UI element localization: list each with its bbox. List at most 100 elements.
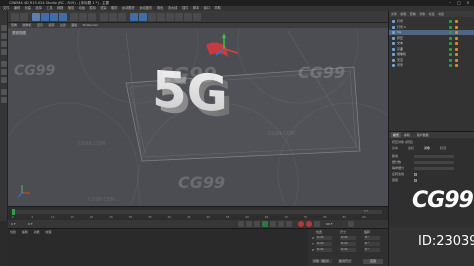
render-picture-viewer-icon[interactable] bbox=[109, 13, 117, 21]
material-tag-icon[interactable] bbox=[455, 58, 458, 62]
object-row[interactable]: 天空 bbox=[389, 58, 474, 63]
goto-start-icon[interactable] bbox=[238, 221, 244, 227]
visibility-tag-icon[interactable] bbox=[449, 25, 452, 29]
redo-icon[interactable] bbox=[20, 13, 28, 21]
attribute-checkbox[interactable] bbox=[414, 173, 417, 176]
timeline-track[interactable] bbox=[12, 210, 382, 214]
object-row[interactable]: 背景 bbox=[389, 63, 474, 68]
visibility-tag-icon[interactable] bbox=[449, 47, 452, 51]
attribute-checkbox[interactable] bbox=[414, 179, 417, 182]
object-name[interactable]: 摄像机 bbox=[397, 52, 406, 57]
attribute-field[interactable] bbox=[414, 161, 454, 164]
coordinate-field[interactable]: 0 cm bbox=[340, 242, 356, 246]
material-tag-icon[interactable] bbox=[455, 25, 458, 29]
prev-frame-icon[interactable] bbox=[254, 221, 260, 227]
visibility-tag-icon[interactable] bbox=[449, 42, 452, 45]
material-manager[interactable]: 创建 编辑 功能 纹理 bbox=[8, 228, 308, 266]
current-frame-field[interactable]: 0 F bbox=[11, 222, 16, 226]
floor-icon[interactable] bbox=[175, 13, 183, 21]
object-row[interactable]: 5G bbox=[389, 30, 474, 35]
object-name[interactable]: 天空 bbox=[397, 58, 403, 63]
coordinate-field[interactable]: 0 cm bbox=[316, 242, 332, 246]
material-menu-item[interactable]: 编辑 bbox=[22, 230, 28, 234]
visibility-tag-icon[interactable] bbox=[449, 58, 452, 62]
material-tag-icon[interactable] bbox=[455, 47, 458, 51]
material-tag-icon[interactable] bbox=[455, 36, 458, 40]
material-tag-icon[interactable] bbox=[455, 64, 458, 67]
object-row[interactable]: 文本 bbox=[389, 41, 474, 46]
material-menu-item[interactable]: 创建 bbox=[10, 230, 16, 234]
texture-mode-icon[interactable] bbox=[1, 41, 7, 47]
cube-icon[interactable] bbox=[130, 13, 138, 21]
next-key-icon[interactable] bbox=[278, 221, 284, 227]
render-view-icon[interactable] bbox=[100, 13, 108, 21]
visibility-tag-icon[interactable] bbox=[449, 53, 452, 56]
object-manager-menu-item[interactable]: 文件 bbox=[391, 11, 397, 17]
object-row[interactable]: 挤压 bbox=[389, 36, 474, 41]
object-name[interactable]: 5G bbox=[397, 30, 401, 35]
x-axis-icon[interactable] bbox=[70, 13, 78, 21]
size-mode-select[interactable]: 绝对尺寸 bbox=[338, 259, 353, 263]
lock-workplane-icon[interactable] bbox=[1, 97, 7, 103]
object-name[interactable]: 背景 bbox=[397, 63, 403, 68]
coordinate-field[interactable]: 0 cm bbox=[340, 236, 356, 240]
coordinate-field[interactable]: 0 ° bbox=[364, 248, 380, 252]
goto-end-icon[interactable] bbox=[286, 221, 292, 227]
material-tag-icon[interactable] bbox=[455, 42, 458, 45]
object-manager-menu-item[interactable]: 编辑 bbox=[400, 11, 406, 17]
coordinate-field[interactable]: 0 ° bbox=[364, 242, 380, 246]
coordinate-field[interactable]: 0 cm bbox=[316, 248, 332, 252]
coordinate-field[interactable]: 0 ° bbox=[364, 236, 380, 240]
object-row[interactable]: 摄像机 bbox=[389, 52, 474, 57]
visibility-tag-icon[interactable] bbox=[449, 64, 452, 67]
z-axis-icon[interactable] bbox=[88, 13, 96, 21]
object-manager-menu-item[interactable]: 查看 bbox=[410, 11, 416, 17]
object-name[interactable]: 文本 bbox=[397, 41, 403, 46]
material-menu-item[interactable]: 功能 bbox=[34, 230, 40, 234]
object-manager-menu-item[interactable]: 标签 bbox=[429, 11, 435, 17]
pen-icon[interactable] bbox=[139, 13, 147, 21]
viewport-menu-item[interactable]: 查看 bbox=[11, 23, 17, 28]
attribute-tab[interactable]: 模式 bbox=[391, 132, 402, 138]
viewport-menu-item[interactable]: 选项 bbox=[48, 23, 54, 28]
attribute-field[interactable] bbox=[414, 167, 454, 170]
coordinate-field[interactable]: 0 cm bbox=[316, 236, 332, 240]
object-name[interactable]: 灯光.1 bbox=[397, 25, 406, 30]
attribute-section-tab[interactable]: 坐标 bbox=[408, 146, 414, 151]
polygons-mode-icon[interactable] bbox=[1, 77, 7, 83]
points-mode-icon[interactable] bbox=[1, 61, 7, 67]
undo-icon[interactable] bbox=[11, 13, 19, 21]
record-icon[interactable] bbox=[298, 221, 304, 227]
rotate-tool-icon[interactable] bbox=[59, 13, 67, 21]
object-name[interactable]: 平面 bbox=[397, 47, 403, 52]
snap-icon[interactable] bbox=[1, 89, 7, 95]
apply-button[interactable]: 应用 bbox=[363, 259, 383, 264]
visibility-tag-icon[interactable] bbox=[449, 20, 452, 23]
viewport-menu-item[interactable]: ProRender bbox=[83, 23, 98, 28]
material-tag-icon[interactable] bbox=[455, 31, 458, 34]
camera-icon[interactable] bbox=[184, 13, 192, 21]
model-mode-icon[interactable] bbox=[1, 33, 7, 39]
object-manager-menu-item[interactable]: 书签 bbox=[438, 11, 444, 17]
object-row[interactable]: 平面 bbox=[389, 47, 474, 52]
viewport-menu-item[interactable]: 显示 bbox=[37, 23, 43, 28]
prev-key-icon[interactable] bbox=[246, 221, 252, 227]
object-manager-menu-item[interactable]: 对象 bbox=[419, 11, 425, 17]
coordinate-mode-select[interactable]: 对象（相对） bbox=[312, 259, 333, 263]
light-icon[interactable] bbox=[193, 13, 201, 21]
scale-tool-icon[interactable] bbox=[50, 13, 58, 21]
array-icon[interactable] bbox=[157, 13, 165, 21]
viewport-menu-item[interactable]: 面板 bbox=[71, 23, 77, 28]
coordinate-field[interactable]: 0 cm bbox=[340, 248, 356, 252]
timeline-options-icon[interactable] bbox=[348, 221, 354, 227]
move-tool-icon[interactable] bbox=[41, 13, 49, 21]
live-select-icon[interactable] bbox=[32, 13, 40, 21]
visibility-tag-icon[interactable] bbox=[449, 31, 452, 34]
visibility-tag-icon[interactable] bbox=[449, 36, 452, 40]
object-row[interactable]: 灯光 bbox=[389, 19, 474, 24]
timeline[interactable]: 0 5 10 15 20 25 30 35 40 45 50 55 60 65 70 75 80 85 90 0 F bbox=[8, 206, 388, 220]
attribute-field[interactable] bbox=[414, 155, 454, 158]
make-editable-icon[interactable] bbox=[1, 25, 7, 31]
next-frame-icon[interactable] bbox=[270, 221, 276, 227]
perspective-viewport[interactable]: 5G 5G 查看 摄像机 显示 选项 过滤 面板 ProRender 透视视图 CG99 C… bbox=[8, 23, 388, 206]
